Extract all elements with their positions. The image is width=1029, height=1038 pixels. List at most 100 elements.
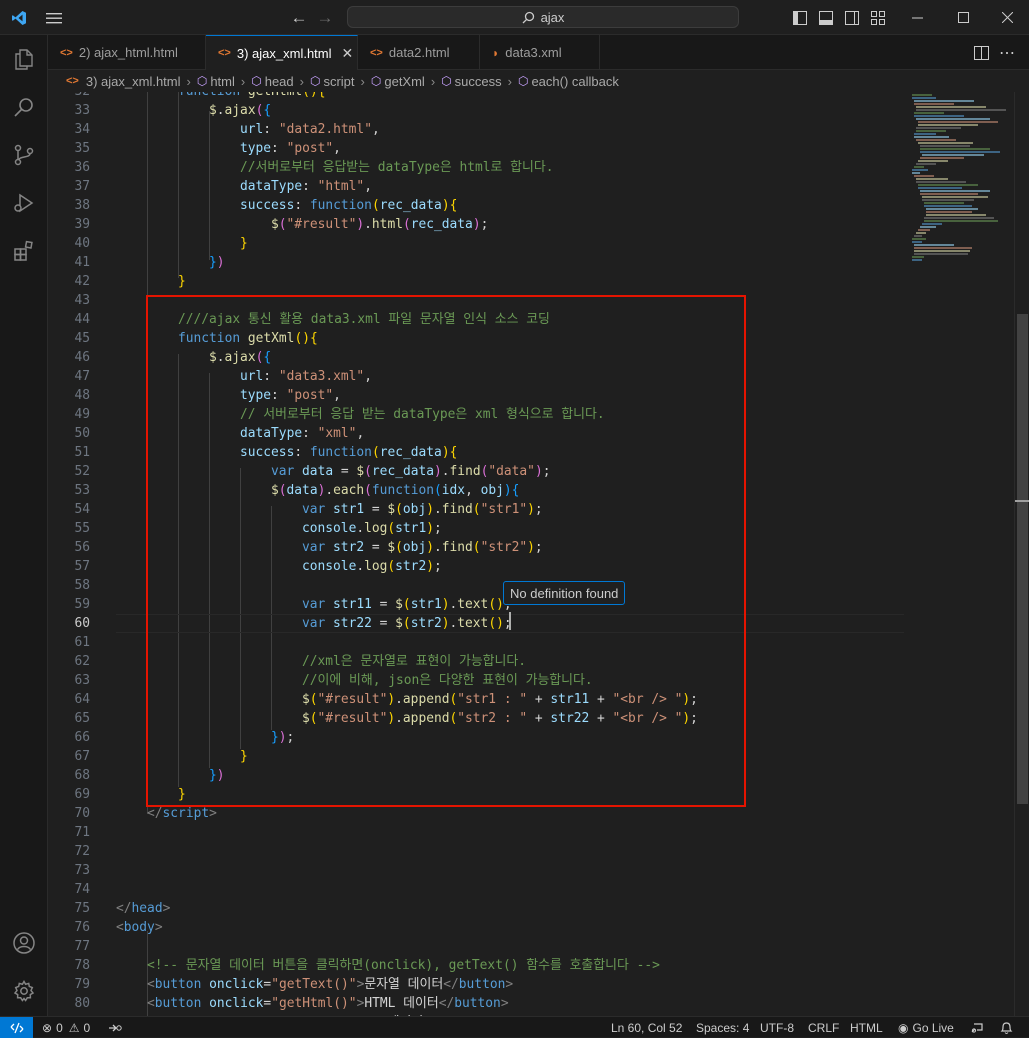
extensions-icon[interactable] (0, 227, 48, 275)
minimap-line (914, 100, 974, 102)
encoding[interactable]: UTF-8 (760, 1017, 794, 1038)
line-number: 74 (74, 882, 90, 897)
command-center-search[interactable]: ajax (347, 6, 739, 28)
code-line: 39 $("#result").html(rec_data); (48, 215, 908, 234)
minimap-line (916, 178, 948, 180)
minimap-line (920, 151, 1000, 153)
remote-indicator-icon[interactable] (0, 1017, 33, 1038)
scrollbar-thumb[interactable] (1017, 314, 1028, 804)
code-text: function getHtml(){ (178, 92, 325, 101)
code-text: var str22 = $(str2).text(); (302, 616, 512, 631)
minimap[interactable] (908, 92, 1014, 1016)
breadcrumb-item[interactable]: <> 3) ajax_xml.html (66, 74, 181, 89)
minimap-line (912, 97, 936, 99)
search-icon[interactable] (0, 83, 48, 131)
account-icon[interactable] (0, 919, 48, 967)
code-text: <button onclick="getHtml()">HTML 데이터</bu… (147, 996, 509, 1011)
go-live-button[interactable]: ◉ Go Live (898, 1017, 954, 1038)
code-text: </head> (116, 901, 171, 916)
source-control-icon[interactable] (0, 131, 48, 179)
chevron-right-icon: › (240, 73, 246, 89)
code-line: 67} (48, 747, 908, 766)
back-arrow-icon[interactable]: ← (288, 0, 310, 35)
minimap-line (914, 103, 954, 105)
tab-close-icon[interactable]: ✕ (342, 45, 354, 62)
line-number: 38 (74, 198, 90, 213)
breadcrumb-item[interactable]: ⬡ success (441, 74, 501, 89)
line-number: 57 (74, 559, 90, 574)
breadcrumb-item[interactable]: ⬡ head (251, 74, 293, 89)
notifications-bell-icon[interactable] (1000, 1017, 1013, 1038)
line-number: 46 (74, 350, 90, 365)
line-number: 61 (74, 635, 90, 650)
ports-icon[interactable] (108, 1017, 122, 1038)
chevron-right-icon: › (507, 73, 512, 89)
vertical-scrollbar[interactable] (1014, 92, 1029, 1016)
tab-label: data3.xml (505, 45, 562, 60)
tab-ajax-xml[interactable]: <> 3) ajax_xml.html ✕ (206, 35, 358, 70)
minimap-line (914, 166, 924, 168)
run-debug-icon[interactable] (0, 179, 48, 227)
minimap-line (914, 133, 936, 135)
symbol-cube-icon: ⬡ (196, 74, 208, 88)
toggle-secondary-sidebar-icon[interactable] (841, 0, 863, 35)
code-line: 70 </script> (48, 804, 908, 823)
code-text: dataType: "html", (240, 179, 372, 194)
customize-layout-icon[interactable] (867, 0, 889, 35)
line-number: 51 (74, 445, 90, 460)
minimap-line (916, 139, 956, 141)
minimap-line (912, 172, 920, 174)
indentation[interactable]: Spaces: 4 (696, 1017, 749, 1038)
toggle-primary-sidebar-icon[interactable] (789, 0, 811, 35)
minimap-line (926, 214, 986, 216)
code-line: 78 <!-- 문자열 데이터 버튼을 클릭하면(onclick), getTex… (48, 956, 908, 975)
minimize-icon[interactable] (894, 0, 940, 35)
language-mode[interactable]: HTML (850, 1017, 883, 1038)
code-line: 44 ////ajax 통신 활용 data3.xml 파일 문자열 인식 소스 … (48, 310, 908, 329)
code-line: 69} (48, 785, 908, 804)
tab-data3-xml[interactable]: ◗ data3.xml (480, 35, 600, 70)
toggle-panel-icon[interactable] (815, 0, 837, 35)
minimap-line (926, 208, 978, 210)
minimap-line (912, 238, 926, 240)
more-actions-icon[interactable]: ⋯ (996, 35, 1018, 70)
code-line: 40} (48, 234, 908, 253)
code-text: <button onclick="getText()">문자열 데이터</but… (147, 977, 514, 992)
minimap-line (914, 112, 944, 114)
code-text: // 서버로부터 응답 받는 dataType은 xml 형식으로 합니다. (240, 407, 605, 422)
error-icon: ⊗ (42, 1020, 53, 1035)
code-text: success: function(rec_data){ (240, 445, 458, 460)
tab-ajax-html[interactable]: <> 2) ajax_html.html (48, 35, 206, 70)
breadcrumb-item[interactable]: ⬡ html (197, 74, 235, 89)
feedback-icon[interactable] (970, 1017, 984, 1038)
line-number: 77 (74, 939, 90, 954)
code-editor[interactable]: 32 function getHtml(){33 $.ajax({34 url: "d… (48, 92, 908, 1016)
menu-icon[interactable] (40, 0, 68, 35)
tab-data2-html[interactable]: <> data2.html (358, 35, 480, 70)
code-text: type: "post", (240, 141, 341, 156)
line-number: 68 (74, 768, 90, 783)
code-text: url: "data2.html", (240, 122, 380, 137)
breadcrumb-item[interactable]: ⬡ getXml (371, 74, 425, 89)
problems-indicator[interactable]: ⊗ 0 ⚠ 0 (42, 1017, 90, 1038)
line-number: 45 (74, 331, 90, 346)
code-text: } (240, 749, 248, 764)
code-line: 71 (48, 823, 908, 842)
close-icon[interactable] (986, 0, 1029, 35)
cursor-position[interactable]: Ln 60, Col 52 (611, 1017, 682, 1038)
minimap-line (916, 163, 936, 165)
maximize-icon[interactable] (940, 0, 986, 35)
split-editor-icon[interactable] (970, 35, 992, 70)
tab-label: 3) ajax_xml.html (236, 45, 332, 61)
forward-arrow-icon[interactable]: → (314, 0, 336, 35)
code-line: 46 $.ajax({ (48, 348, 908, 367)
end-of-line[interactable]: CRLF (808, 1017, 839, 1038)
code-line: 54 var str1 = $(obj).find("str1"); (48, 500, 908, 519)
code-text: var str11 = $(str1).text(); (302, 597, 512, 612)
breadcrumb-item[interactable]: ⬡ script (310, 74, 355, 89)
explorer-icon[interactable] (0, 35, 48, 83)
code-line: 61 (48, 633, 908, 652)
line-number: 47 (74, 369, 90, 384)
settings-gear-icon[interactable] (0, 967, 48, 1015)
breadcrumb-item[interactable]: ⬡ each() callback (518, 74, 619, 89)
